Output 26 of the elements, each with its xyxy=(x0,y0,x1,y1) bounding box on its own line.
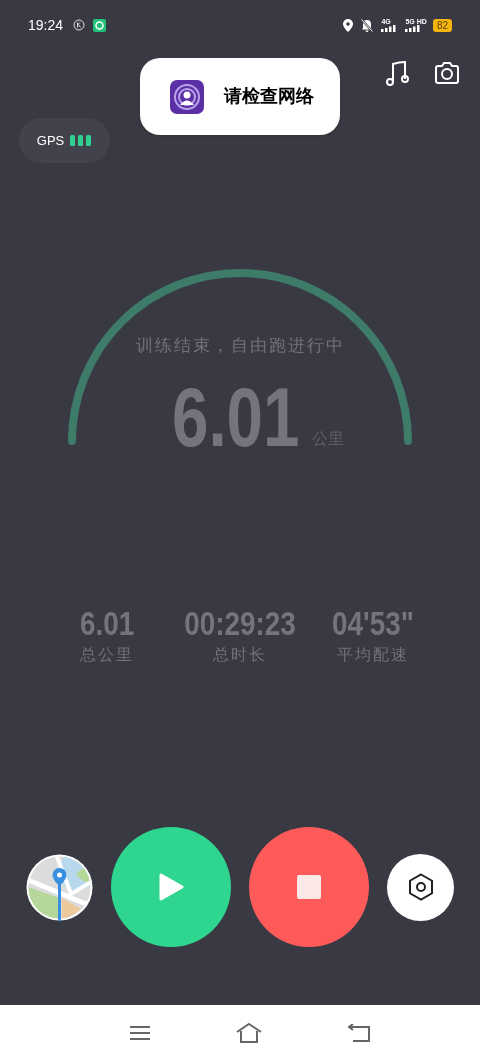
music-note-icon[interactable] xyxy=(386,60,410,86)
battery-level: 82 xyxy=(432,18,452,32)
hexagon-nut-icon xyxy=(407,873,434,901)
k-icon xyxy=(73,19,86,31)
toast-message: 请检查网络 xyxy=(224,85,314,108)
signal-icon xyxy=(381,25,398,32)
camera-icon[interactable] xyxy=(434,61,460,85)
signal-icon xyxy=(405,25,422,32)
location-icon xyxy=(343,18,354,32)
status-time: 19:24 xyxy=(28,15,64,35)
stop-icon xyxy=(297,875,321,899)
app-icon xyxy=(93,18,107,32)
home-icon[interactable] xyxy=(236,1023,262,1043)
mute-bell-icon xyxy=(361,18,374,32)
broadcast-person-icon xyxy=(170,79,204,114)
play-icon xyxy=(158,873,184,901)
stat-label: 总时长 xyxy=(213,645,267,665)
stat-value: 6.01 xyxy=(79,603,134,643)
map-button[interactable] xyxy=(26,853,93,921)
gps-signal-icon xyxy=(70,135,93,146)
stat-value: 00:29:23 xyxy=(184,603,296,643)
menu-icon[interactable] xyxy=(130,1025,150,1041)
distance-value: 6.01 xyxy=(172,380,300,453)
gps-label: GPS xyxy=(36,131,65,150)
back-icon[interactable] xyxy=(348,1024,370,1042)
stat-value: 04'53" xyxy=(332,603,415,643)
